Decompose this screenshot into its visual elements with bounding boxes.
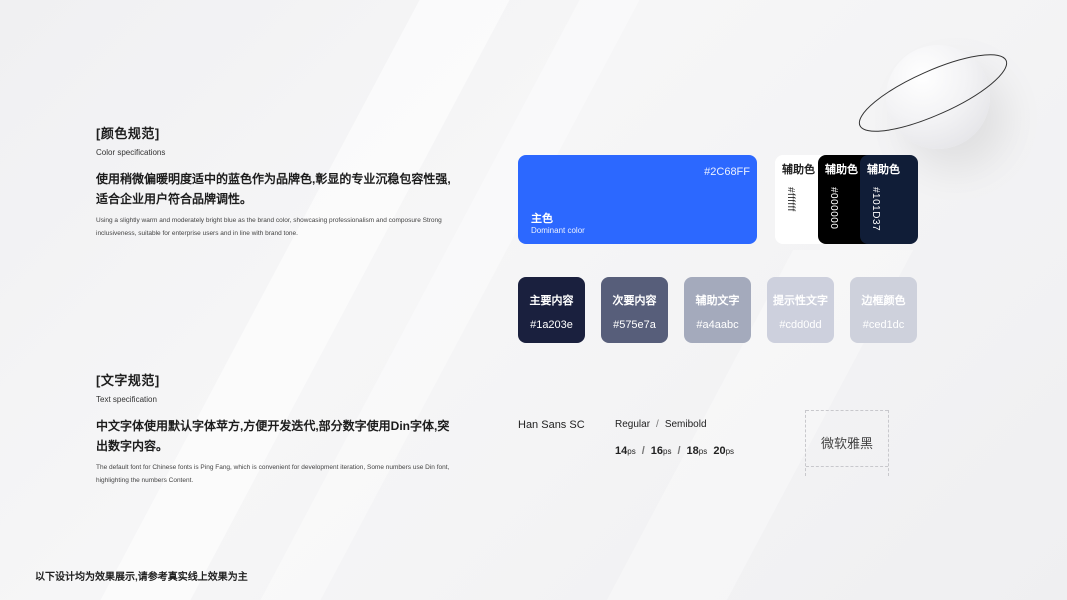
aux-color-label: 辅助色	[825, 164, 858, 176]
aux-color-hex: #101D37	[870, 187, 881, 232]
text-color-tile-primary: 主要内容 #1a203e	[518, 277, 585, 343]
weight-separator: /	[656, 419, 659, 430]
text-color-tile-auxiliary: 辅助文字 #a4aabc	[684, 277, 751, 343]
color-section-subtitle: Color specifications	[96, 148, 166, 157]
background-light-streak	[100, 0, 510, 600]
text-color-label: 辅助文字	[695, 295, 740, 307]
font-specimen-box: 微软雅黑	[805, 410, 889, 476]
color-description-en: Using a slightly warm and moderately bri…	[96, 217, 442, 237]
font-size-18: 18ps	[686, 445, 708, 457]
footer-disclaimer: 以下设计均为效果展示,请参考真实线上效果为主	[35, 572, 248, 583]
weight-regular: Regular	[615, 419, 651, 430]
font-size-20: 20ps	[713, 445, 735, 457]
font-family-name: Han Sans SC	[518, 419, 585, 431]
text-color-hex: #cdd0dd	[779, 319, 822, 331]
text-color-tile-hint: 提示性文字 #cdd0dd	[767, 277, 834, 343]
text-section-title: [文字规范]	[96, 373, 160, 388]
font-weights: Regular / Semibold	[615, 419, 707, 430]
text-color-label: 次要内容	[612, 295, 657, 307]
aux-color-hex: #ffffff	[785, 187, 796, 212]
primary-color-card: #2C68FF 主色 Dominant color	[518, 155, 757, 244]
specimen-guide-line	[806, 410, 888, 411]
text-section-subtitle: Text specification	[96, 395, 157, 404]
font-specimen-text: 微软雅黑	[820, 436, 873, 451]
size-separator: /	[677, 445, 681, 457]
text-color-hex: #575e7a	[613, 319, 656, 331]
primary-color-label-en: Dominant color	[531, 226, 585, 235]
aux-color-card-navy: 辅助色 #101D37	[860, 155, 918, 244]
text-color-tile-border: 边框颜色 #ced1dc	[850, 277, 917, 343]
font-sizes: 14ps / 16ps / 18ps 20ps	[615, 445, 734, 457]
color-section-title: [颜色规范]	[96, 126, 160, 141]
text-color-tile-secondary: 次要内容 #575e7a	[601, 277, 668, 343]
specimen-guide-line	[806, 466, 888, 467]
text-color-hex: #1a203e	[530, 319, 573, 331]
size-separator: /	[641, 445, 645, 457]
color-description-zh: 使用稍微偏暖明度适中的蓝色作为品牌色,彰显的专业沉稳包容性强,适合企业用户符合品…	[96, 172, 451, 206]
font-size-16: 16ps	[650, 445, 672, 457]
aux-color-hex: #000000	[828, 187, 839, 230]
weight-semibold: Semibold	[664, 419, 707, 430]
text-color-hex: #a4aabc	[696, 319, 739, 331]
planet-illustration	[850, 30, 1020, 160]
text-color-hex: #ced1dc	[862, 319, 905, 331]
text-description-en: The default font for Chinese fonts is Pi…	[96, 464, 450, 484]
aux-color-label: 辅助色	[867, 164, 900, 176]
primary-color-label: 主色	[531, 213, 553, 225]
text-color-label: 主要内容	[529, 295, 574, 307]
text-color-label: 提示性文字	[773, 295, 828, 307]
primary-color-hex: #2C68FF	[704, 166, 750, 178]
font-size-14: 14ps	[615, 445, 636, 457]
text-color-label: 边框颜色	[861, 295, 906, 307]
text-description-zh: 中文字体使用默认字体苹方,方便开发迭代,部分数字使用Din字体,突出数字内容。	[96, 419, 450, 453]
planet-ring	[858, 54, 1008, 132]
aux-color-label: 辅助色	[782, 164, 815, 176]
